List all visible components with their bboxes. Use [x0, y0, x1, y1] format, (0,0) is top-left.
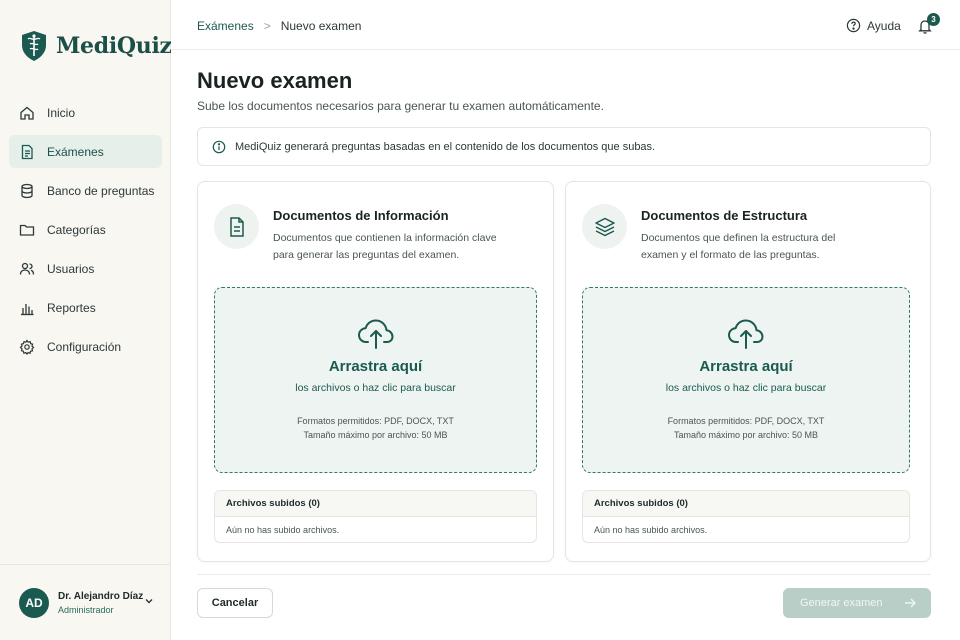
uploaded-files-list: Archivos subidos (0) Aún no has subido a… [214, 490, 537, 543]
home-icon [20, 106, 34, 120]
uploaded-files-list: Archivos subidos (0) Aún no has subido a… [582, 490, 910, 543]
breadcrumb-current: Nuevo examen [280, 19, 362, 33]
page-title: Nuevo examen [197, 68, 353, 93]
info-icon [212, 140, 226, 153]
database-icon [21, 183, 33, 198]
dropzone-max-size: Tamaño máximo por archivo: 50 MB [673, 430, 819, 440]
cancel-button[interactable]: Cancelar [197, 588, 273, 618]
sidebar-item-label: Reportes [47, 300, 96, 315]
uploaded-files-empty: Aún no has subido archivos. [226, 525, 340, 535]
sidebar-item-label: Usuarios [47, 261, 95, 276]
uploaded-files-empty: Aún no has subido archivos. [594, 525, 708, 535]
card-description: Documentos que contienen la información … [273, 232, 497, 261]
chevron-down-icon[interactable] [144, 596, 154, 606]
card-title: Documentos de Información [273, 208, 449, 223]
sidebar-item-label: Exámenes [47, 144, 104, 159]
generate-exam-button[interactable]: Generar examen [783, 588, 931, 618]
layers-icon [594, 217, 615, 236]
breadcrumb-separator: > [263, 19, 271, 33]
dropzone-formats: Formatos permitidos: PDF, DOCX, TXT [667, 416, 825, 426]
breadcrumb: Exámenes > Nuevo examen [197, 19, 361, 33]
info-banner: MediQuiz generará preguntas basadas en e… [197, 127, 931, 166]
structure-documents-card: Documentos de Estructura Documentos que … [565, 181, 931, 562]
sidebar-item-examenes[interactable]: Exámenes [9, 135, 162, 168]
gear-icon [19, 338, 35, 355]
cloud-upload-icon [728, 319, 764, 349]
generate-exam-label: Generar examen [800, 597, 883, 609]
dropzone-subtitle: los archivos o haz clic para buscar [665, 382, 827, 394]
sidebar-item-label: Configuración [47, 339, 122, 354]
dropzone-formats: Formatos permitidos: PDF, DOCX, TXT [297, 416, 454, 426]
information-documents-card: Documentos de Información Documentos que… [197, 181, 554, 562]
sidebar-item-configuracion[interactable]: Configuración [9, 330, 162, 363]
folder-icon [19, 224, 35, 236]
info-text: MediQuiz generará preguntas basadas en e… [235, 140, 656, 153]
sidebar-item-label: Categorías [47, 222, 106, 237]
dropzone-max-size: Tamaño máximo por archivo: 50 MB [303, 430, 448, 440]
user-info: Dr. Alejandro Díaz Administrador [58, 591, 143, 615]
dropzone-title: Arrastra aquí [328, 358, 423, 375]
file-dropzone[interactable]: Arrastra aquí los archivos o haz clic pa… [214, 287, 537, 473]
file-text-icon [229, 216, 244, 237]
user-menu[interactable]: AD Dr. Alejandro Díaz Administrador [0, 564, 170, 640]
main-content: Exámenes > Nuevo examen Ayuda 3 Nuevo ex… [171, 0, 960, 640]
notification-badge: 3 [927, 13, 940, 26]
bar-chart-icon [21, 303, 34, 315]
card-icon-wrap [582, 204, 627, 249]
sidebar: MediQuiz Inicio Exámenes Banco de pregun… [0, 0, 172, 640]
dropzone-subtitle: los archivos o haz clic para buscar [295, 382, 456, 394]
uploaded-files-header: Archivos subidos (0) [215, 491, 536, 517]
app-name: MediQuiz [56, 33, 172, 59]
document-icon [21, 144, 33, 159]
sidebar-item-banco-de-preguntas[interactable]: Banco de preguntas [9, 174, 162, 207]
app-window: MediQuiz Inicio Exámenes Banco de pregun… [0, 0, 960, 640]
card-icon-wrap [214, 204, 259, 249]
user-name: Dr. Alejandro Díaz [58, 590, 144, 602]
file-dropzone[interactable]: Arrastra aquí los archivos o haz clic pa… [582, 287, 910, 473]
sidebar-item-usuarios[interactable]: Usuarios [9, 252, 162, 285]
card-description: Documentos que definen la estructura del… [641, 232, 836, 261]
arrow-right-icon [905, 598, 916, 608]
breadcrumb-parent-link[interactable]: Exámenes [197, 19, 254, 33]
top-bar: Exámenes > Nuevo examen Ayuda 3 [171, 0, 960, 50]
sidebar-item-categorias[interactable]: Categorías [9, 213, 162, 246]
dropzone-title: Arrastra aquí [699, 358, 793, 375]
uploaded-files-header: Archivos subidos (0) [583, 491, 909, 517]
sidebar-item-label: Banco de preguntas [47, 183, 155, 198]
help-button[interactable]: Ayuda [846, 18, 901, 33]
sidebar-item-reportes[interactable]: Reportes [9, 291, 162, 324]
page-subtitle: Sube los documentos necesarios para gene… [197, 99, 604, 113]
users-icon [19, 262, 35, 275]
caduceus-shield-icon [22, 31, 46, 61]
help-label: Ayuda [867, 18, 901, 33]
cloud-upload-icon [357, 319, 393, 349]
help-circle-icon [846, 18, 861, 33]
logo[interactable]: MediQuiz [20, 30, 172, 62]
avatar: AD [19, 587, 49, 618]
sidebar-item-inicio[interactable]: Inicio [9, 96, 162, 129]
sidebar-item-label: Inicio [47, 105, 76, 120]
footer-divider [197, 574, 931, 575]
card-title: Documentos de Estructura [641, 208, 808, 223]
sidebar-nav: Inicio Exámenes Banco de preguntas Categ… [9, 96, 162, 369]
user-role: Administrador [58, 604, 114, 615]
